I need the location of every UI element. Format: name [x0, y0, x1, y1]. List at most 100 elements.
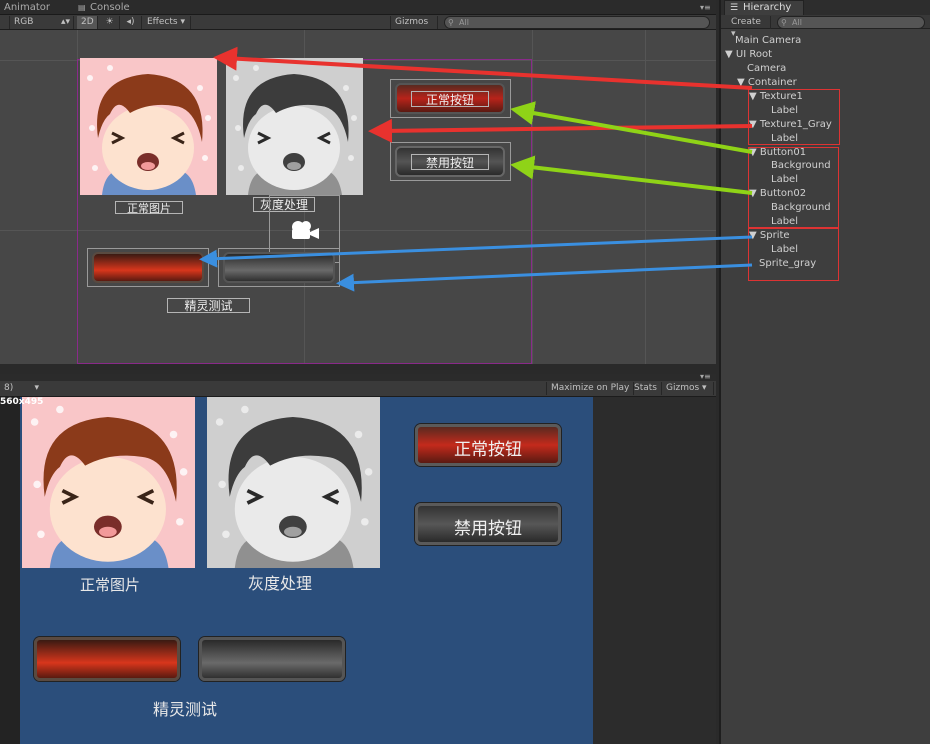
create-dropdown[interactable]: Create ▾ — [727, 16, 771, 39]
panel-menu-icon[interactable]: ▾≡ — [700, 1, 711, 15]
game-letterbox-right — [593, 397, 716, 744]
foldout-arrow-icon[interactable]: ▼ — [749, 91, 757, 102]
search-icon: ⚲ — [781, 18, 787, 27]
hierarchy-item-label: Texture1_Gray — [759, 119, 832, 130]
game-gizmos-label: Gizmos — [666, 383, 700, 393]
hierarchy-item-button01[interactable]: ▼ Button01 — [749, 146, 806, 159]
grid-line — [532, 30, 533, 364]
hierarchy-item-sprite-gray[interactable]: Sprite_gray — [759, 257, 816, 270]
scene-toolbar: RGB ▴▾ 2D ☀ ◂) Effects ▾ Gizmos ▾ ⚲ All — [0, 15, 716, 39]
hierarchy-tab-label: Hierarchy — [743, 2, 792, 13]
hierarchy-item-label: Button01 — [759, 147, 807, 158]
tab-console[interactable]: Console — [90, 1, 130, 15]
hierarchy-item-sprite-label[interactable]: Label — [771, 243, 798, 256]
console-icon: ▤ — [78, 3, 86, 12]
hierarchy-item-button02[interactable]: ▼ Button02 — [749, 187, 806, 200]
scene-view[interactable]: 正常图片 灰度处理 正常按钮 禁用按钮 精灵测试 — [0, 30, 716, 364]
scene-search-input[interactable]: ⚲ All — [444, 16, 710, 29]
foldout-arrow-icon[interactable]: ▼ — [749, 147, 757, 158]
game-normal-button-label: 正常按钮 — [454, 440, 522, 460]
panel-separator — [0, 364, 716, 374]
aspect-label: 8) — [4, 383, 14, 393]
game-resolution-readout: 560x495 — [0, 397, 44, 407]
hierarchy-item-label: UI Root — [735, 49, 772, 60]
grid-line — [645, 30, 646, 364]
rgb-dropdown[interactable]: RGB ▴▾ — [10, 16, 74, 29]
scene-sprite[interactable] — [92, 252, 204, 283]
game-gizmos-dropdown[interactable]: Gizmos ▾ — [662, 382, 714, 395]
hierarchy-item-label: Button02 — [759, 188, 807, 199]
hierarchy-item-label: Texture1 — [759, 91, 803, 102]
scene-normal-button-label: 正常按钮 — [425, 93, 474, 107]
hierarchy-item-texture1-gray-label[interactable]: Label — [771, 132, 798, 145]
gray-face-image[interactable] — [226, 58, 363, 195]
scene-sprite-label: 精灵测试 — [184, 299, 233, 313]
hierarchy-item-container[interactable]: ▼ Container — [737, 76, 797, 89]
mode-2d-toggle[interactable]: 2D — [77, 16, 98, 29]
scene-normal-button[interactable]: 正常按钮 — [395, 83, 505, 114]
foldout-arrow-icon[interactable]: ▼ — [725, 49, 733, 60]
scene-disabled-button[interactable]: 禁用按钮 — [395, 146, 505, 177]
maximize-on-play-toggle[interactable]: Maximize on Play — [546, 382, 635, 395]
tab-animator[interactable]: Animator — [4, 1, 50, 15]
hierarchy-item-label: Sprite — [759, 230, 790, 241]
create-label: Create — [731, 17, 761, 27]
hierarchy-item-texture1-label[interactable]: Label — [771, 104, 798, 117]
game-normal-image-label: 正常图片 — [79, 576, 140, 594]
chevron-down-icon: ▾ — [34, 383, 39, 393]
hierarchy-item-button02-label[interactable]: Label — [771, 215, 798, 228]
effects-label: Effects — [147, 17, 178, 27]
game-normal-button[interactable]: 正常按钮 — [415, 424, 561, 466]
scene-disabled-button-label: 禁用按钮 — [425, 156, 474, 170]
hierarchy-item-camera[interactable]: Camera — [747, 62, 786, 75]
game-sprite-label: 精灵测试 — [152, 700, 217, 719]
hierarchy-item-ui-root[interactable]: ▼ UI Root — [725, 48, 772, 61]
foldout-arrow-icon[interactable]: ▼ — [737, 77, 745, 88]
chevron-down-icon: ▴▾ — [60, 17, 70, 27]
game-toolbar: 8) ▾ Maximize on Play Stats Gizmos ▾ — [0, 381, 716, 397]
gizmos-dropdown[interactable]: Gizmos ▾ — [390, 16, 438, 39]
search-placeholder: All — [459, 18, 469, 27]
foldout-arrow-icon[interactable]: ▼ — [749, 230, 757, 241]
scene-normal-image-label: 正常图片 — [127, 202, 171, 215]
hierarchy-search-placeholder: All — [792, 18, 802, 27]
foldout-arrow-icon[interactable]: ▼ — [749, 188, 757, 199]
game-panel-menu-icon[interactable]: ▾≡ — [700, 372, 711, 381]
scene-sprite-gray[interactable] — [223, 252, 335, 283]
sun-icon[interactable]: ☀ — [100, 16, 120, 29]
game-gray-image-label: 灰度处理 — [247, 574, 312, 593]
game-sprite-gray[interactable] — [199, 637, 345, 681]
search-icon: ⚲ — [448, 18, 454, 27]
aspect-dropdown[interactable]: 8) ▾ — [0, 382, 42, 395]
game-disabled-button-label: 禁用按钮 — [454, 519, 522, 539]
game-sprite[interactable] — [34, 637, 180, 681]
game-letterbox-left — [0, 397, 20, 744]
hierarchy-item-main-camera[interactable]: Main Camera — [735, 34, 801, 47]
hierarchy-search-input[interactable]: ⚲ All — [777, 16, 925, 29]
hierarchy-item-sprite[interactable]: ▼ Sprite — [749, 229, 790, 242]
hierarchy-item-button02-background[interactable]: Background — [771, 201, 831, 214]
normal-face-image[interactable] — [80, 58, 217, 195]
game-normal-face-image — [22, 397, 195, 568]
game-tab-strip: ▾≡ — [0, 372, 716, 381]
effects-dropdown[interactable]: Effects ▾ — [143, 16, 191, 29]
hierarchy-item-texture1[interactable]: ▼ Texture1 — [749, 90, 803, 103]
hierarchy-item-button01-background[interactable]: Background — [771, 159, 831, 172]
editor-tab-strip: Animator ▤ Console ▾≡ — [0, 0, 716, 15]
game-view[interactable]: 正常图片 灰度处理 正常按钮 禁用按钮 精灵测试 — [20, 397, 593, 744]
foldout-arrow-icon[interactable]: ▼ — [749, 119, 757, 130]
hierarchy-item-texture1-gray[interactable]: ▼ Texture1_Gray — [749, 118, 832, 131]
hierarchy-item-button01-label[interactable]: Label — [771, 173, 798, 186]
stats-toggle[interactable]: Stats — [630, 382, 662, 395]
hierarchy-toolbar: Create ▾ ⚲ All — [721, 15, 930, 39]
tab-hierarchy[interactable]: ☰ Hierarchy — [724, 0, 804, 15]
hierarchy-tab-bar: ☰ Hierarchy — [721, 0, 930, 15]
hierarchy-panel: ☰ Hierarchy Create ▾ ⚲ All Main Camera ▼… — [719, 0, 930, 744]
camera-icon[interactable] — [289, 219, 321, 241]
hierarchy-item-label: Container — [747, 77, 797, 88]
shading-dropdown[interactable] — [0, 16, 10, 29]
audio-icon[interactable]: ◂) — [120, 16, 142, 29]
game-disabled-button[interactable]: 禁用按钮 — [415, 503, 561, 545]
hierarchy-icon: ☰ — [730, 3, 739, 13]
gizmos-label: Gizmos — [395, 17, 429, 27]
